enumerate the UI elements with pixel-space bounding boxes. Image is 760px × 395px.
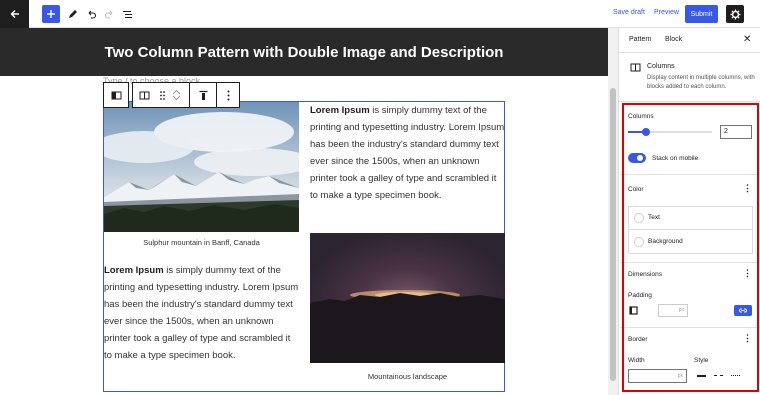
page-title[interactable]: Two Column Pattern with Double Image and… (0, 28, 608, 76)
right-paragraph-text: is simply dummy text of the printing and… (310, 105, 505, 201)
list-view-button[interactable] (118, 5, 136, 23)
tools-button[interactable] (63, 5, 81, 23)
undo-button[interactable] (82, 5, 100, 23)
redo-icon (104, 10, 112, 19)
block-type-button[interactable] (133, 83, 155, 107)
pencil-icon (68, 9, 77, 18)
right-paragraph[interactable]: Lorem Ipsum is simply dummy text of the … (310, 102, 506, 204)
kebab-menu-icon (227, 90, 229, 100)
sulphur-mountain-image[interactable] (104, 102, 299, 232)
chevron-down-icon[interactable] (172, 95, 181, 101)
plus-icon (47, 10, 55, 18)
block-editor: Save draft Preview Submit Two Column Pat… (0, 0, 760, 395)
block-inserter-button[interactable] (42, 5, 60, 23)
sidebar-tabs: Pattern Block ✕ (619, 28, 760, 53)
tab-pattern[interactable]: Pattern (629, 36, 652, 43)
columns-block[interactable]: Sulphur mountain in Banff, Canada Lorem … (103, 101, 505, 392)
columns-icon (111, 91, 121, 99)
drag-handle[interactable] (155, 83, 169, 107)
image-caption-landscape[interactable]: Mountainous landscape (310, 372, 505, 381)
vertical-align-button[interactable] (190, 83, 216, 107)
preview-link[interactable]: Preview (654, 9, 679, 16)
block-toolbar (103, 82, 240, 108)
move-buttons[interactable] (169, 83, 183, 107)
block-options-button[interactable] (217, 83, 239, 107)
block-controls (132, 82, 240, 108)
mountainous-landscape-image[interactable] (310, 233, 505, 363)
columns-icon (139, 91, 149, 99)
tab-block[interactable]: Block (665, 36, 682, 43)
left-paragraph-text: is simply dummy text of the printing and… (104, 265, 299, 361)
submit-button[interactable]: Submit (685, 5, 718, 23)
columns-icon (630, 63, 641, 72)
gear-icon (729, 8, 741, 20)
block-card: Columns Display content in multiple colu… (619, 54, 760, 102)
wordpress-back-icon[interactable] (0, 0, 29, 28)
image-caption-sulphur[interactable]: Sulphur mountain in Banff, Canada (104, 238, 299, 247)
right-paragraph-bold: Lorem Ipsum (310, 105, 370, 116)
close-icon[interactable]: ✕ (743, 34, 751, 45)
parent-block-selector[interactable] (103, 82, 129, 108)
redo-button[interactable] (100, 5, 118, 23)
highlight-box (622, 103, 759, 392)
undo-icon (88, 10, 96, 19)
drag-handle-icon (159, 90, 165, 100)
block-card-title: Columns (647, 63, 675, 70)
left-paragraph-bold: Lorem Ipsum (104, 265, 164, 276)
list-view-icon (122, 10, 132, 18)
save-draft-link[interactable]: Save draft (613, 9, 645, 16)
canvas-scrollbar-thumb[interactable] (610, 88, 616, 381)
top-toolbar: Save draft Preview Submit (0, 0, 760, 28)
block-card-description: Display content in multiple columns, wit… (647, 75, 755, 90)
settings-button[interactable] (726, 5, 744, 23)
left-paragraph[interactable]: Lorem Ipsum is simply dummy text of the … (104, 262, 300, 364)
align-top-icon (199, 90, 207, 100)
editor-canvas: Two Column Pattern with Double Image and… (0, 28, 608, 395)
